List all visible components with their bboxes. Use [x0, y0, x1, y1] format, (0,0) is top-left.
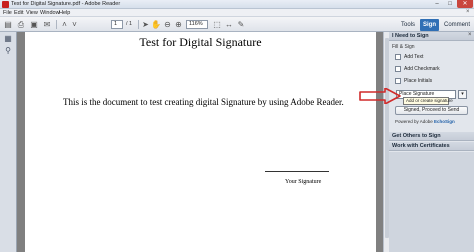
sign-panel: I Need to Sign × Fill & Sign Add Text Ad…	[389, 32, 474, 252]
save-icon[interactable]: ▣	[29, 19, 39, 30]
zoom-out-icon[interactable]: ⊖	[163, 19, 172, 30]
echosign-brand: EchoSign	[434, 119, 455, 124]
navigation-pane: ▦ ⚲	[0, 32, 17, 252]
initials-icon	[395, 77, 401, 84]
tab-sign[interactable]: Sign	[420, 19, 439, 31]
menu-view[interactable]: View	[26, 10, 38, 16]
add-text-tool[interactable]: Add Text	[395, 53, 470, 62]
panel-empty-area	[389, 152, 474, 252]
fit-page-icon[interactable]: ⬚	[212, 19, 222, 30]
tool-label: Add Text	[404, 54, 424, 60]
page-down-icon[interactable]: ˅	[70, 19, 79, 30]
menu-edit[interactable]: Edit	[14, 10, 23, 16]
comment-bubble-icon[interactable]: ✎	[236, 19, 246, 30]
tab-tools[interactable]: Tools	[397, 19, 419, 31]
section-label: Get Others to Sign	[392, 133, 441, 139]
print-icon[interactable]: ⎙	[16, 19, 26, 30]
add-checkmark-tool[interactable]: Add Checkmark	[395, 65, 470, 74]
tab-comment[interactable]: Comment	[442, 19, 472, 31]
red-arrow-icon	[359, 88, 401, 104]
send-button[interactable]: Signed, Proceed to Send	[395, 106, 468, 115]
window-titlebar: Test for Digital Signature.pdf - Adobe R…	[0, 0, 474, 9]
select-arrow-icon[interactable]: ➤	[141, 19, 150, 30]
tool-label: Add Checkmark	[404, 66, 440, 72]
document-close-icon[interactable]: ×	[466, 9, 470, 15]
menu-file[interactable]: File	[3, 10, 12, 16]
minimize-icon[interactable]: –	[431, 0, 443, 8]
open-icon[interactable]: ▤	[3, 19, 13, 30]
tooltip: Add or create signature	[403, 97, 453, 105]
page-thumbnails-icon[interactable]: ▦	[3, 34, 13, 44]
maximize-icon[interactable]: □	[444, 0, 456, 8]
toolbar-divider	[138, 20, 139, 29]
section-label: I Need to Sign	[392, 33, 429, 39]
hand-tool-icon[interactable]: ✋	[151, 19, 161, 30]
close-icon[interactable]: ✕	[457, 0, 473, 8]
fit-width-icon[interactable]: ↔	[224, 19, 234, 30]
document-viewport: Test for Digital Signature This is the d…	[17, 32, 383, 252]
section-label: Work with Certificates	[392, 143, 450, 149]
document-title: Test for Digital Signature	[139, 35, 262, 49]
section-i-need-to-sign[interactable]: I Need to Sign	[389, 32, 474, 41]
page-up-icon[interactable]: ˄	[60, 19, 69, 30]
section-get-others-to-sign[interactable]: Get Others to Sign	[389, 132, 474, 141]
email-icon[interactable]: ✉	[42, 19, 52, 30]
place-initials-tool[interactable]: Place Initials	[395, 77, 470, 86]
menu-help[interactable]: Help	[59, 10, 70, 16]
signature-label: Your Signature	[285, 179, 322, 185]
fill-sign-label: Fill & Sign	[392, 44, 415, 50]
attachments-icon[interactable]: ⚲	[3, 46, 13, 56]
tool-label: Place Initials	[404, 78, 433, 84]
powered-by-text: Powered by Adobe	[395, 119, 433, 124]
menu-window[interactable]: Window	[40, 10, 60, 16]
zoom-select[interactable]: 116%	[186, 20, 208, 29]
panel-close-icon[interactable]: ×	[468, 32, 472, 38]
powered-by: Powered by Adobe EchoSign	[395, 119, 455, 124]
checkmark-icon	[395, 65, 401, 72]
zoom-in-icon[interactable]: ⊕	[174, 19, 183, 30]
signature-line	[265, 171, 329, 172]
toolbar-divider	[56, 20, 57, 29]
text-icon	[395, 53, 401, 60]
pdf-page: Test for Digital Signature This is the d…	[25, 32, 376, 252]
page-total: / 1	[126, 21, 133, 27]
section-work-with-certificates[interactable]: Work with Certificates	[389, 142, 474, 151]
menu-bar: File Edit View Window Help ×	[0, 9, 474, 17]
main-toolbar: ▤ ⎙ ▣ ✉ ˄ ˅ 1 / 1 ➤ ✋ ⊖ ⊕ 116% ⬚ ↔ ✎ Too…	[0, 17, 474, 32]
document-body-text: This is the document to test creating di…	[63, 97, 344, 107]
adobe-reader-icon	[2, 1, 9, 8]
page-number-input[interactable]: 1	[111, 20, 123, 29]
window-title: Test for Digital Signature.pdf - Adobe R…	[11, 1, 121, 7]
chevron-down-icon[interactable]: ▾	[458, 90, 467, 99]
